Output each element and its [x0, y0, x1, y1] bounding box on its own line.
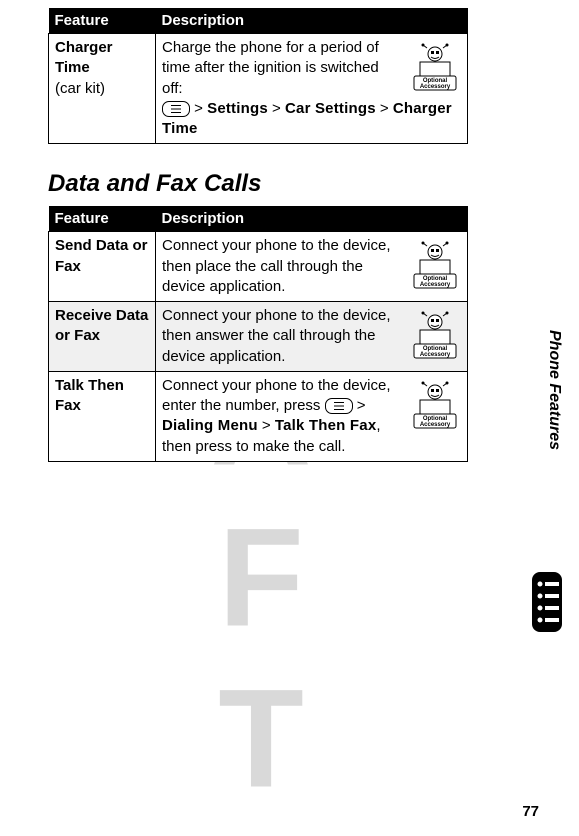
path-car-settings: Car Settings: [285, 100, 376, 117]
table2-header-feature: Feature: [49, 206, 156, 232]
feature-name: Receive Data or Fax: [55, 307, 148, 344]
table-row: Receive Data or Fax Optional: [49, 302, 468, 372]
optional-accessory-icon: Optional Accessory: [409, 378, 461, 430]
section-title: Data and Fax Calls: [48, 170, 539, 198]
table2-header-description: Description: [156, 206, 468, 232]
optional-accessory-icon: Optional Accessory: [409, 40, 461, 92]
accessory-label-bottom: Accessory: [420, 282, 451, 288]
path-talk-then-fax: Talk Then Fax: [275, 417, 377, 434]
data-fax-table: Feature Description Send Data or Fax: [48, 206, 468, 462]
feature-name: Send Data or Fax: [55, 237, 148, 274]
feature-name: Talk Then Fax: [55, 377, 124, 414]
feature-subtext: (car kit): [55, 80, 105, 97]
path-dialing-menu: Dialing Menu: [162, 417, 258, 434]
description-text: Connect your phone to the device, then a…: [162, 307, 391, 365]
feature-name: Charger Time: [55, 39, 113, 76]
accessory-label-bottom: Accessory: [420, 352, 451, 358]
accessory-label-bottom: Accessory: [420, 84, 451, 90]
table-row: Charger Time (car kit): [49, 34, 468, 144]
description-lead-text: Connect your phone to the device, enter …: [162, 377, 391, 414]
optional-accessory-icon: Optional Accessory: [409, 238, 461, 290]
path-settings: Settings: [207, 100, 268, 117]
accessory-label-bottom: Accessory: [420, 422, 451, 428]
description-text: Connect your phone to the device, then p…: [162, 237, 391, 295]
table-row: Send Data or Fax Optional: [49, 232, 468, 302]
optional-accessory-icon: Optional Accessory: [409, 308, 461, 360]
charger-time-table: Feature Description Charger Time (car ki…: [48, 8, 468, 144]
description-text: Charge the phone for a period of time af…: [162, 39, 379, 97]
table1-header-description: Description: [156, 8, 468, 34]
menu-key-icon: [325, 398, 353, 414]
page-content: Feature Description Charger Time (car ki…: [0, 0, 579, 836]
table1-header-feature: Feature: [49, 8, 156, 34]
menu-key-icon: [162, 101, 190, 117]
table-row: Talk Then Fax Optional Ac: [49, 371, 468, 461]
